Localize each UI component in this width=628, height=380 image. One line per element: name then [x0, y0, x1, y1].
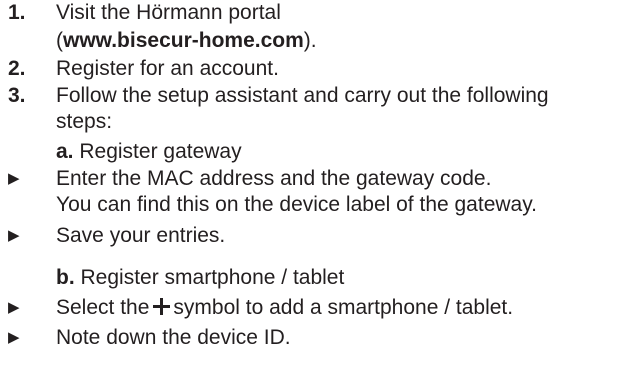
arrow-bullet-icon: ▶ [8, 227, 20, 244]
enter-mac-text-line-1: Enter the MAC address and the gateway co… [56, 167, 492, 190]
substep-a: a. Register gateway [56, 139, 242, 165]
portal-url-link[interactable]: www.bisecur-home.com [63, 29, 304, 52]
step-3-marker: 3. [8, 84, 26, 107]
select-plus-before: Select the [56, 296, 150, 319]
arrow-bullet-icon: ▶ [8, 299, 20, 316]
arrow-bullet-icon: ▶ [8, 170, 20, 187]
substep-a-marker: a. [56, 140, 74, 163]
step-2-text: Register for an account. [56, 57, 279, 80]
enter-mac-text-line-2: You can find this on the device label of… [56, 193, 538, 216]
note-device-id-text: Note down the device ID. [56, 326, 291, 349]
step-3-text-line-1: Follow the setup assistant and carry out… [56, 84, 549, 107]
step-3-text-line-2: steps: [56, 110, 113, 133]
arrow-bullet-icon: ▶ [8, 329, 20, 346]
step-1-url-line: (www.bisecur-home.com). [56, 28, 317, 54]
url-close-paren: ). [303, 29, 317, 52]
substep-b-text: Register smartphone / tablet [80, 266, 345, 289]
step-1-marker: 1. [8, 1, 26, 24]
select-plus-after: symbol to add a smartphone / tablet. [173, 296, 514, 319]
url-open-paren: ( [56, 29, 63, 52]
substep-a-text: Register gateway [79, 140, 242, 163]
save-entries-text: Save your entries. [56, 224, 226, 247]
step-2-marker: 2. [8, 57, 26, 80]
cut-off-heading-fragment [0, 0, 6, 12]
substep-b-marker: b. [56, 266, 75, 289]
substep-b: b. Register smartphone / tablet [56, 265, 344, 291]
plus-icon [153, 298, 171, 315]
step-1-text: Visit the Hörmann portal [56, 1, 281, 24]
select-plus-text: Select the symbol to add a smartphone / t… [56, 295, 513, 321]
